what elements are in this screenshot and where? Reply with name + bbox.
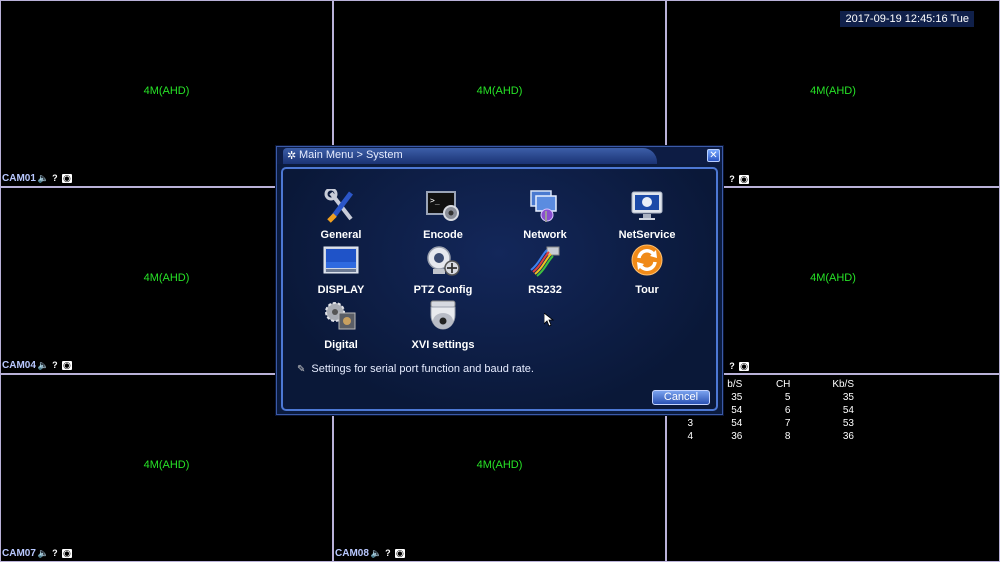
question-icon: ? (52, 173, 58, 183)
camera-label: CAM07 🔈 ? ◉ (2, 548, 72, 559)
resolution-label: 4M(AHD) (810, 85, 856, 97)
record-icon: ◉ (61, 548, 72, 558)
menu-item-label: Encode (423, 229, 463, 241)
camera-label: CAM04 🔈 ? ◉ (2, 360, 72, 371)
hint-text: ✎ Settings for serial port function and … (297, 363, 534, 375)
record-icon: ◉ (739, 361, 749, 371)
dialog-title: Main Menu > System (299, 149, 403, 161)
bitrate-cell: 36 (842, 431, 854, 442)
menu-item-label: RS232 (528, 284, 562, 296)
menu-item-ptz-config[interactable]: PTZ Config (393, 244, 493, 296)
info-icon: ✎ (297, 363, 306, 375)
bitrate-header: Kb/S (832, 379, 854, 390)
svg-text:>_: >_ (430, 196, 440, 205)
tools-icon (324, 187, 353, 223)
hint-message: Settings for serial port function and ba… (311, 363, 534, 375)
record-icon: ◉ (394, 548, 405, 558)
bitrate-cell: 53 (842, 418, 854, 429)
menu-item-label: Tour (635, 284, 659, 296)
question-icon: ? (729, 174, 735, 184)
question-icon: ? (729, 361, 735, 371)
bitrate-cell: 5 (784, 392, 791, 403)
resolution-label: 4M(AHD) (143, 459, 190, 471)
resolution-label: 4M(AHD) (476, 85, 523, 97)
menu-item-rs232[interactable]: RS232 (495, 244, 595, 296)
bitrate-cell: 8 (784, 431, 791, 442)
netservice-monitor-icon (631, 191, 663, 220)
menu-panel: General >_ Encode Network NetService DIS… (281, 167, 718, 411)
menu-item-digital[interactable]: Digital (291, 299, 391, 351)
resolution-label: 4M(AHD) (143, 85, 190, 97)
bitrate-cell: 3 (687, 418, 694, 429)
close-button[interactable]: ✕ (707, 149, 720, 162)
record-icon: ◉ (61, 173, 72, 183)
bitrate-row: 4 36 8 36 (668, 430, 858, 443)
bitrate-cell: 54 (731, 418, 743, 429)
menu-item-netservice[interactable]: NetService (597, 189, 697, 241)
network-icon (530, 190, 557, 222)
menu-item-label: Digital (324, 339, 358, 351)
system-menu-dialog: ✲ Main Menu > System ✕ General >_ Encode… (276, 146, 723, 415)
tour-refresh-icon (631, 244, 663, 276)
question-icon: ? (52, 548, 58, 558)
menu-item-label: General (320, 229, 362, 241)
close-icon: ✕ (709, 150, 718, 161)
serial-cable-icon (530, 246, 560, 277)
ptz-camera-icon (427, 246, 460, 276)
question-icon: ? (52, 360, 58, 370)
bitrate-cell: 6 (784, 405, 791, 416)
mute-icon: 🔈 (37, 548, 50, 558)
bitrate-cell: 54 (842, 405, 854, 416)
cancel-button[interactable]: Cancel (652, 390, 710, 405)
gear-icon: ✲ (287, 150, 297, 162)
menu-item-tour[interactable]: Tour (597, 244, 697, 296)
menu-item-xvi-settings[interactable]: XVI settings (393, 299, 493, 351)
camera-label: ? ◉ (727, 362, 749, 371)
camera-name: CAM08 (335, 548, 369, 559)
menu-item-label: Network (523, 229, 567, 241)
mute-icon: 🔈 (37, 173, 50, 183)
menu-item-label: NetService (618, 229, 676, 241)
menu-item-label: DISPLAY (317, 284, 365, 296)
menu-item-general[interactable]: General (291, 187, 391, 241)
menu-item-label: XVI settings (411, 339, 475, 351)
mouse-cursor-icon (544, 313, 554, 327)
camera-label: CAM08 🔈 ? ◉ (335, 548, 405, 559)
menu-item-display[interactable]: DISPLAY (291, 244, 391, 296)
dialog-title-tab: ✲ Main Menu > System (283, 148, 657, 164)
record-icon: ◉ (739, 174, 749, 184)
dialog-titlebar[interactable]: ✲ Main Menu > System ✕ (277, 147, 722, 164)
menu-item-encode[interactable]: >_ Encode (393, 189, 493, 241)
bitrate-cell: 35 (842, 392, 854, 403)
camera-name: CAM04 (2, 360, 36, 371)
camera-name: CAM01 (2, 173, 36, 184)
mute-icon: 🔈 (37, 360, 50, 370)
menu-item-label: PTZ Config (413, 284, 473, 296)
datetime-display: 2017-09-19 12:45:16 Tue (840, 11, 974, 27)
record-icon: ◉ (61, 360, 72, 370)
camera-name: CAM07 (2, 548, 36, 559)
question-icon: ? (385, 548, 391, 558)
camera-label: CAM01 🔈 ? ◉ (2, 173, 72, 184)
bitrate-row: 3 54 7 53 (668, 417, 858, 430)
digital-gears-icon (325, 302, 356, 330)
dome-camera-icon (430, 300, 456, 330)
bitrate-header: CH (775, 379, 791, 390)
bitrate-cell: 7 (784, 418, 791, 429)
bitrate-cell: 36 (731, 431, 743, 442)
display-icon (323, 246, 359, 274)
camera-label: ? ◉ (727, 175, 749, 184)
mute-icon: 🔈 (370, 548, 383, 558)
menu-item-network[interactable]: Network (495, 189, 595, 241)
terminal-gear-icon: >_ (426, 191, 459, 221)
resolution-label: 4M(AHD) (476, 459, 523, 471)
bitrate-cell: 4 (687, 431, 694, 442)
